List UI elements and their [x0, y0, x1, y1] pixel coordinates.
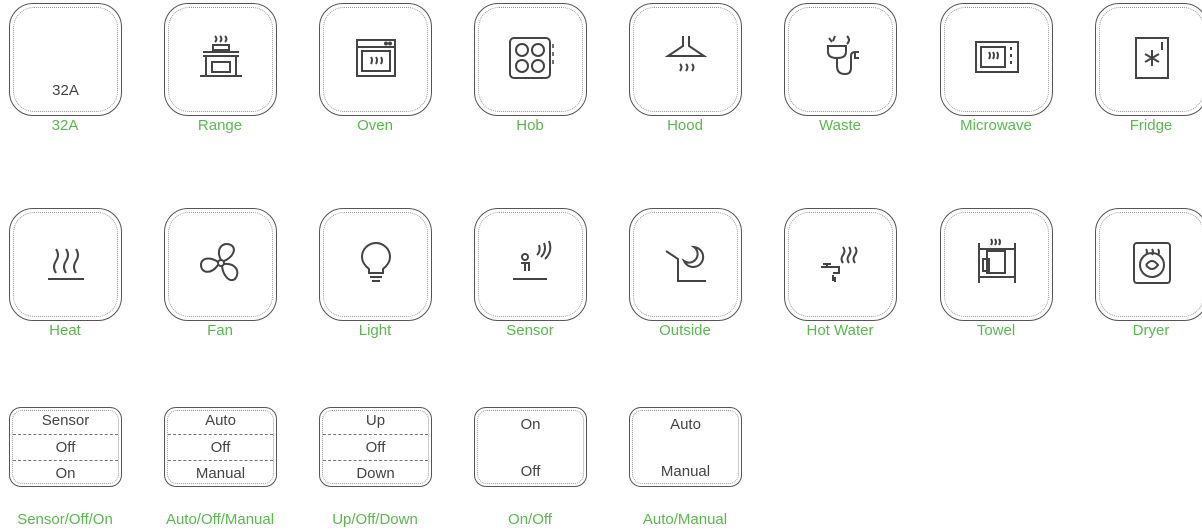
caption-outside: Outside: [659, 322, 711, 339]
switch-sensor-off-on[interactable]: Sensor Off On: [9, 407, 122, 487]
segment-auto[interactable]: Auto: [165, 408, 276, 434]
switch-up-off-down[interactable]: Up Off Down: [319, 407, 432, 487]
caption-up-off-down: Up/Off/Down: [332, 511, 418, 528]
segment-auto[interactable]: Auto: [630, 412, 741, 438]
tile-waste[interactable]: [784, 3, 897, 116]
tile-hood[interactable]: [629, 3, 742, 116]
caption-microwave: Microwave: [960, 117, 1032, 134]
tile-32a-label: 32A: [52, 82, 79, 99]
tile-light[interactable]: [319, 208, 432, 321]
segment-off[interactable]: Off: [475, 459, 586, 485]
tile-towel[interactable]: [940, 208, 1053, 321]
caption-sensor-off-on: Sensor/Off/On: [17, 511, 113, 528]
caption-range: Range: [197, 117, 243, 134]
fridge-icon: [1124, 30, 1180, 86]
tile-range[interactable]: [164, 3, 277, 116]
tile-oven[interactable]: [319, 3, 432, 116]
caption-fan: Fan: [207, 322, 233, 339]
tile-32a[interactable]: 32A: [9, 3, 122, 116]
heat-icon: [38, 235, 94, 291]
caption-auto-off-manual: Auto/Off/Manual: [165, 511, 275, 528]
tile-fan[interactable]: [164, 208, 277, 321]
waste-icon: [813, 30, 869, 86]
caption-towel: Towel: [976, 322, 1016, 339]
caption-light: Light: [358, 322, 392, 339]
switch-auto-manual[interactable]: Auto Manual: [629, 407, 742, 487]
caption-fridge: Fridge: [1129, 117, 1173, 134]
dryer-icon: [1124, 235, 1180, 291]
tile-sensor[interactable]: [474, 208, 587, 321]
tile-heat[interactable]: [9, 208, 122, 321]
segment-off[interactable]: Off: [165, 435, 276, 461]
tile-dryer[interactable]: [1095, 208, 1202, 321]
caption-on-off: On/Off: [508, 511, 552, 528]
switch-on-off[interactable]: On Off: [474, 407, 587, 487]
segment-up[interactable]: Up: [320, 408, 431, 434]
caption-hob: Hob: [516, 117, 544, 134]
switch-auto-off-manual[interactable]: Auto Off Manual: [164, 407, 277, 487]
hob-icon: [503, 30, 559, 86]
segment-on[interactable]: On: [10, 461, 121, 487]
segment-down[interactable]: Down: [320, 461, 431, 487]
segment-manual[interactable]: Manual: [165, 461, 276, 487]
towel-icon: [969, 235, 1025, 291]
range-icon: [193, 30, 249, 86]
tile-hot-water[interactable]: [784, 208, 897, 321]
hood-icon: [658, 30, 714, 86]
caption-dryer: Dryer: [1132, 322, 1170, 339]
segment-off[interactable]: Off: [10, 435, 121, 461]
caption-hood: Hood: [667, 117, 703, 134]
microwave-icon: [969, 30, 1025, 86]
outside-icon: [658, 235, 714, 291]
caption-oven: Oven: [357, 117, 393, 134]
tile-outside[interactable]: [629, 208, 742, 321]
segment-off[interactable]: Off: [320, 435, 431, 461]
tile-fridge[interactable]: [1095, 3, 1202, 116]
caption-hot-water: Hot Water: [806, 322, 874, 339]
hot-water-icon: [813, 235, 869, 291]
segment-manual[interactable]: Manual: [630, 459, 741, 485]
caption-32a: 32A: [51, 117, 79, 134]
fan-icon: [193, 235, 249, 291]
sensor-icon: [503, 235, 559, 291]
tile-microwave[interactable]: [940, 3, 1053, 116]
tile-hob[interactable]: [474, 3, 587, 116]
oven-icon: [348, 30, 404, 86]
segment-sensor[interactable]: Sensor: [10, 408, 121, 434]
light-bulb-icon: [348, 235, 404, 291]
caption-heat: Heat: [49, 322, 81, 339]
caption-sensor: Sensor: [506, 322, 554, 339]
segment-on[interactable]: On: [475, 412, 586, 438]
caption-waste: Waste: [819, 117, 861, 134]
caption-auto-manual: Auto/Manual: [642, 511, 728, 528]
